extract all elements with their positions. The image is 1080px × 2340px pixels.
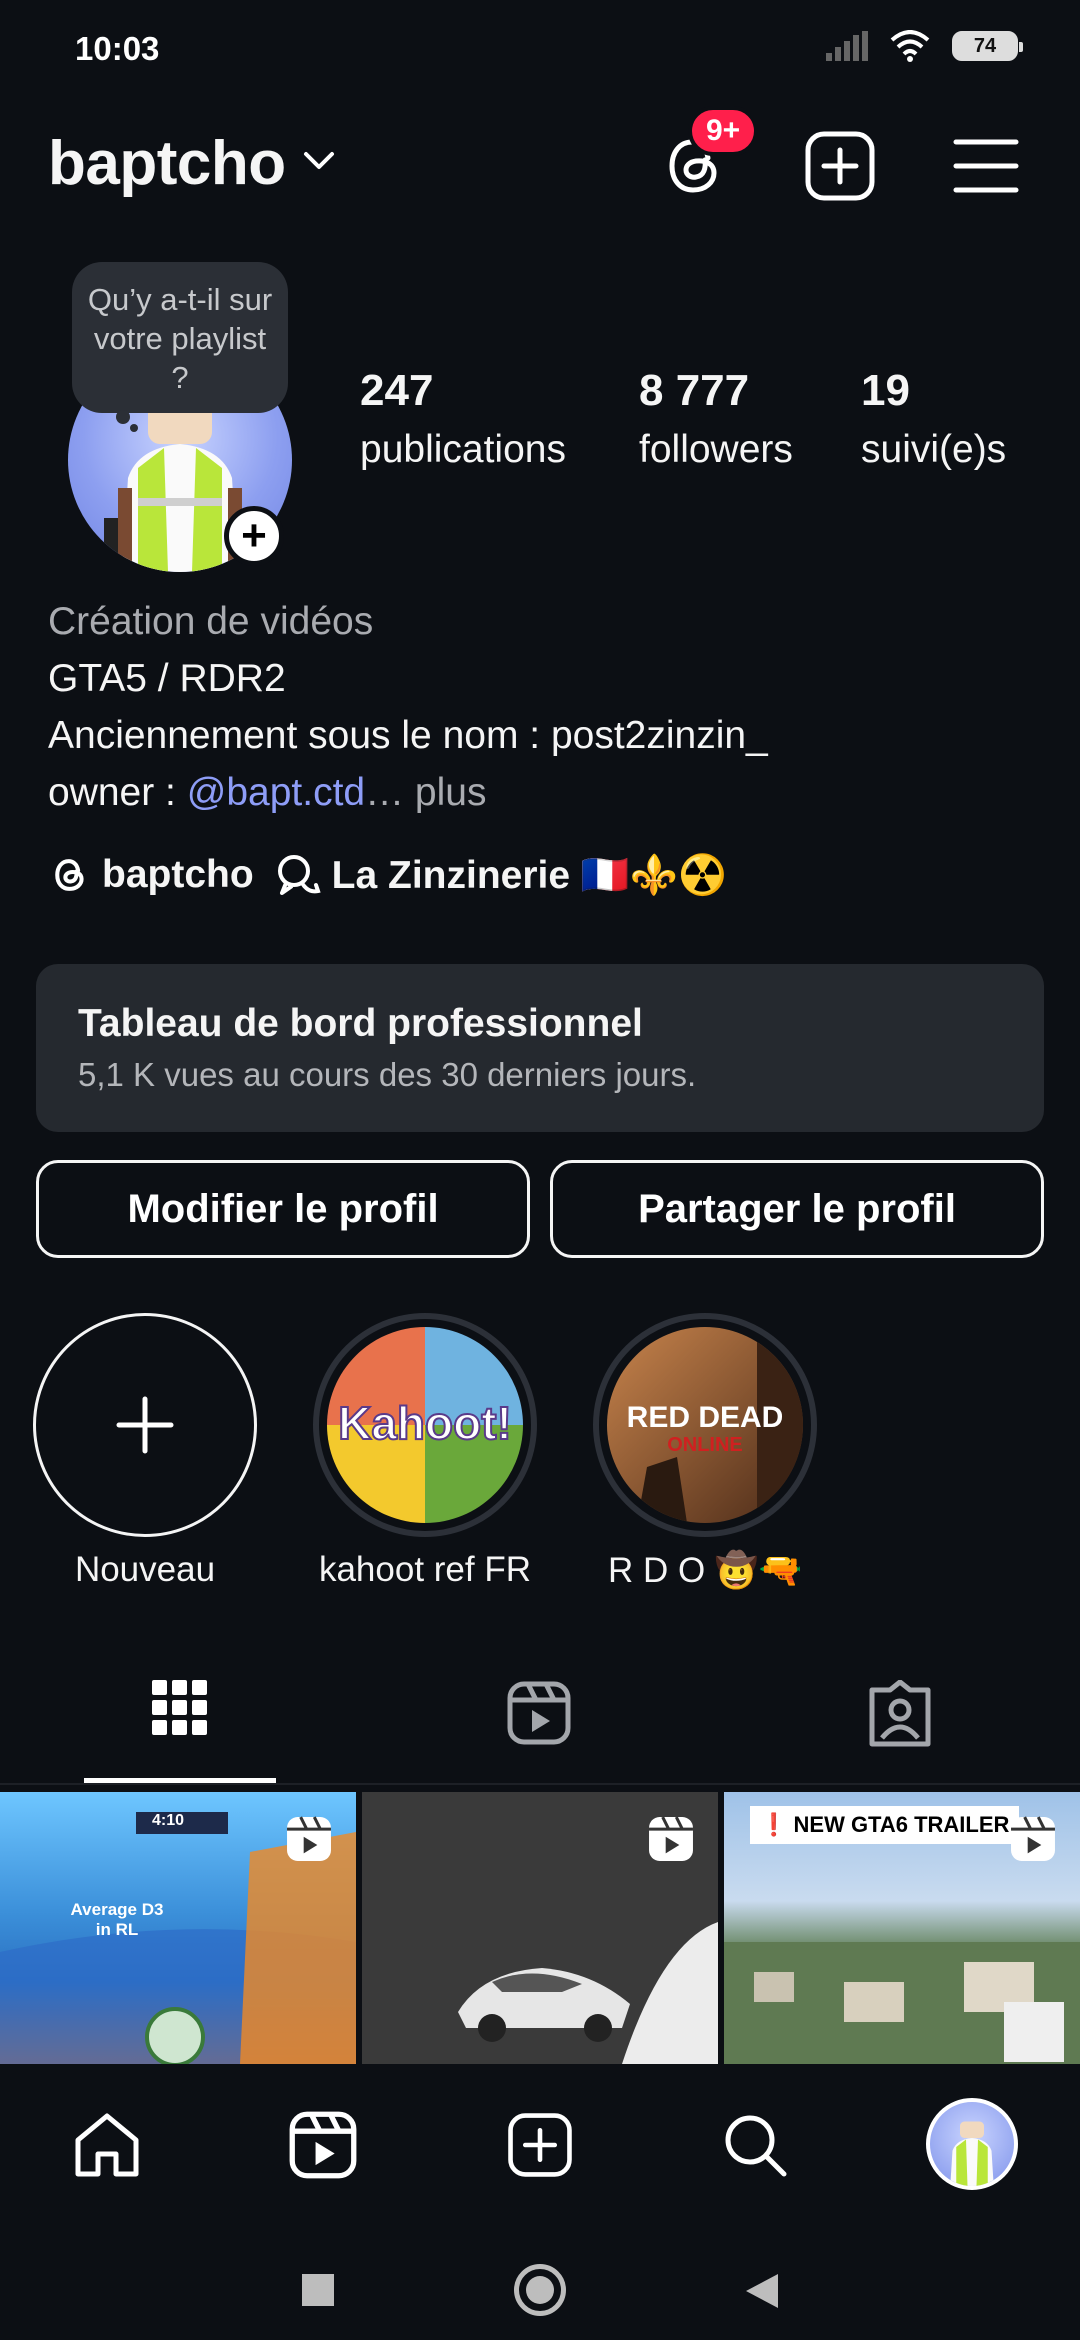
signal-icon xyxy=(826,31,868,61)
post-thumbnail[interactable]: 4:10 Average D3 in RL xyxy=(0,1792,356,2064)
kahoot-thumbnail: Kahoot! xyxy=(327,1327,523,1523)
note-bubble[interactable]: Qu’y a-t-il sur votre playlist ? xyxy=(72,262,288,413)
rdo-subtitle-text: ONLINE xyxy=(667,1434,743,1456)
home-icon[interactable] xyxy=(72,2110,142,2180)
bio-more-link[interactable]: plus xyxy=(404,771,487,814)
status-time: 10:03 xyxy=(75,30,160,67)
note-tail xyxy=(116,410,130,424)
threads-link[interactable]: baptcho xyxy=(48,853,254,897)
system-navigation xyxy=(0,2214,1080,2340)
tab-divider xyxy=(0,1783,1080,1785)
dashboard-subtitle: 5,1 K vues au cours des 30 derniers jour… xyxy=(78,1056,697,1093)
wifi-icon xyxy=(890,30,930,62)
bio-ellipsis: … xyxy=(365,771,405,814)
bio-line: Anciennement sous le nom : post2zinzin_ xyxy=(48,714,768,757)
bio-mention-link[interactable]: @bapt.ctd xyxy=(187,771,365,814)
threads-link-label: baptcho xyxy=(102,853,254,896)
rdo-thumbnail: RED DEAD ONLINE xyxy=(607,1327,803,1523)
bio-line: GTA5 / RDR2 xyxy=(48,657,286,700)
profile-links: baptcho La Zinzinerie 🇫🇷⚜️☢️ xyxy=(48,852,727,898)
note-tail-small xyxy=(130,424,138,432)
add-story-button[interactable]: + xyxy=(224,506,284,566)
home-button[interactable] xyxy=(514,2264,566,2316)
stat-label: publications xyxy=(360,428,566,471)
highlight-kahoot[interactable]: Kahoot! xyxy=(313,1313,537,1537)
highlight-rdo[interactable]: RED DEAD ONLINE xyxy=(593,1313,817,1537)
stat-value: 8 777 xyxy=(639,366,750,415)
recents-button[interactable] xyxy=(302,2274,334,2306)
score-text: 4:10 xyxy=(152,1812,185,1829)
channel-chat-icon xyxy=(277,855,321,895)
back-button[interactable] xyxy=(744,2272,780,2310)
post-thumbnail[interactable]: ❗ NEW GTA6 TRAILER xyxy=(724,1792,1080,2064)
post-thumbnail[interactable] xyxy=(362,1792,718,2064)
edit-profile-button[interactable]: Modifier le profil xyxy=(36,1160,530,1258)
battery-indicator: 74 xyxy=(952,31,1023,61)
bio-line: owner : @bapt.ctd… plus xyxy=(48,771,486,815)
stat-value: 19 xyxy=(861,366,910,415)
status-icons: 74 xyxy=(826,30,1023,62)
stat-following[interactable]: 19 suivi(e)s xyxy=(861,366,1006,472)
plus-icon xyxy=(116,1396,174,1454)
notification-badge: 9+ xyxy=(688,106,759,156)
bio-category: Création de vidéos xyxy=(48,600,374,643)
bio-owner-prefix: owner : xyxy=(48,771,187,814)
highlight-label: kahoot ref FR xyxy=(318,1550,532,1589)
bottom-navigation xyxy=(0,2064,1080,2214)
search-icon[interactable] xyxy=(720,2110,790,2180)
stat-label: followers xyxy=(639,428,793,471)
post-caption: ❗ NEW GTA6 TRAILER xyxy=(750,1806,1020,1844)
highlight-new[interactable] xyxy=(33,1313,257,1537)
chevron-down-icon[interactable] xyxy=(302,150,336,172)
tagged-icon[interactable] xyxy=(866,1680,934,1748)
reel-icon xyxy=(287,1816,331,1861)
kahoot-logo-text: Kahoot! xyxy=(338,1397,512,1449)
stat-publications[interactable]: 247 publications xyxy=(360,366,566,472)
reels-icon[interactable] xyxy=(506,1680,572,1746)
post-caption: Average D3 in RL xyxy=(70,1900,164,1939)
stat-label: suivi(e)s xyxy=(861,428,1007,471)
threads-icon xyxy=(55,859,84,891)
rdo-title-text: RED DEAD xyxy=(627,1401,784,1434)
create-nav-icon[interactable] xyxy=(505,2110,575,2180)
reels-nav-icon[interactable] xyxy=(288,2110,358,2180)
highlight-label: R D O 🤠🔫 xyxy=(607,1551,803,1590)
dashboard-title: Tableau de bord professionnel xyxy=(78,1002,643,1045)
highlight-label: Nouveau xyxy=(74,1550,216,1589)
menu-icon[interactable] xyxy=(948,128,1024,204)
reel-icon xyxy=(1011,1816,1055,1861)
profile-username[interactable]: baptcho xyxy=(48,128,286,199)
profile-nav-avatar[interactable] xyxy=(926,2098,1018,2190)
professional-dashboard-card[interactable]: Tableau de bord professionnel 5,1 K vues… xyxy=(36,964,1044,1132)
stat-value: 247 xyxy=(360,366,434,415)
stat-followers[interactable]: 8 777 followers xyxy=(639,366,793,472)
grid-icon[interactable] xyxy=(152,1680,208,1736)
channel-link[interactable]: La Zinzinerie 🇫🇷⚜️☢️ xyxy=(276,852,727,898)
create-post-icon[interactable] xyxy=(802,128,878,204)
channel-link-label: La Zinzinerie 🇫🇷⚜️☢️ xyxy=(331,854,727,897)
reel-icon xyxy=(649,1816,693,1861)
share-profile-button[interactable]: Partager le profil xyxy=(550,1160,1044,1258)
